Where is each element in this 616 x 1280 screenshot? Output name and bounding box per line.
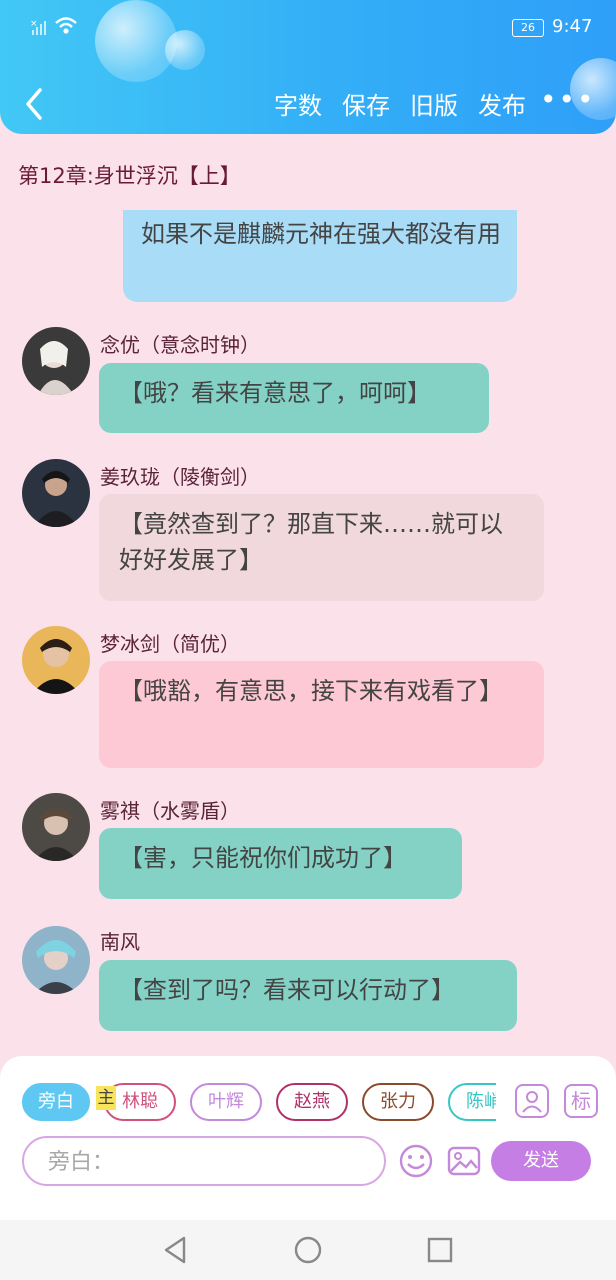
- avatar[interactable]: [22, 327, 90, 395]
- message-bubble[interactable]: 【害，只能祝你们成功了】: [99, 828, 462, 899]
- host-badge: 主: [96, 1086, 116, 1110]
- chip-scroll-clip: 陈峭: [448, 1083, 496, 1121]
- image-icon[interactable]: [446, 1143, 482, 1179]
- message-bubble[interactable]: 【查到了吗？看来可以行动了】: [99, 960, 517, 1031]
- message-input-wrapper: [22, 1136, 386, 1186]
- wifi-icon: [54, 16, 78, 40]
- sender-name: 雾祺（水雾盾）: [100, 799, 240, 823]
- avatar[interactable]: [22, 793, 90, 861]
- header-actions: 字数 保存 旧版 发布: [274, 86, 526, 121]
- emoji-icon[interactable]: [398, 1143, 434, 1179]
- signal-icon: ×: [30, 18, 50, 40]
- status-time: 9:47: [552, 16, 593, 37]
- chapter-title: 第12章:身世浮沉【上】: [18, 164, 241, 188]
- person-icon: [522, 1091, 542, 1113]
- more-icon[interactable]: •••: [540, 86, 596, 114]
- save-button[interactable]: 保存: [342, 86, 390, 121]
- avatar[interactable]: [22, 626, 90, 694]
- avatar[interactable]: [22, 459, 90, 527]
- chevron-left-icon: [26, 88, 42, 120]
- send-button[interactable]: 发送: [491, 1141, 591, 1181]
- nav-home-icon[interactable]: [292, 1234, 324, 1266]
- character-chip[interactable]: 赵燕: [276, 1083, 348, 1121]
- message-bubble[interactable]: 【竟然查到了？那直下来……就可以好好发展了】: [99, 494, 544, 601]
- system-nav-bar: [0, 1220, 616, 1280]
- sender-name: 梦冰剑（简优）: [100, 632, 240, 656]
- message-text: 【哦豁，有意思，接下来有戏看了】: [119, 677, 503, 705]
- message-text: 【害，只能祝你们成功了】: [119, 844, 407, 872]
- sender-name: 念优（意念时钟）: [100, 333, 260, 357]
- message-bubble[interactable]: 如果不是麒麟元神在强大都没有用: [123, 210, 517, 302]
- message-input[interactable]: [46, 1138, 370, 1186]
- message-text: 【竟然查到了？那直下来……就可以好好发展了】: [119, 510, 503, 574]
- mark-button[interactable]: 标: [564, 1084, 598, 1118]
- back-button[interactable]: [18, 84, 52, 124]
- nav-back-icon[interactable]: [160, 1234, 192, 1266]
- character-manage-button[interactable]: [515, 1084, 549, 1118]
- word-count-button[interactable]: 字数: [274, 86, 322, 121]
- sender-name: 南风: [100, 930, 140, 954]
- message-text: 【查到了吗？看来可以行动了】: [119, 976, 455, 1004]
- status-bar: × 26 9:47: [0, 0, 616, 56]
- header: × 26 9:47 字数 保存 旧版 发布 •••: [0, 0, 616, 134]
- message-bubble[interactable]: 【哦豁，有意思，接下来有戏看了】: [99, 661, 544, 768]
- svg-text:×: ×: [30, 19, 39, 29]
- character-chip-narrator[interactable]: 旁白: [22, 1083, 90, 1121]
- nav-recents-icon[interactable]: [424, 1234, 456, 1266]
- battery-icon: 26: [512, 19, 544, 37]
- character-chip[interactable]: 陈峭: [448, 1083, 496, 1121]
- old-version-button[interactable]: 旧版: [410, 86, 458, 121]
- sender-name: 姜玖珑（陵衡剑）: [100, 465, 260, 489]
- message-bubble[interactable]: 【哦？看来有意思了，呵呵】: [99, 363, 489, 433]
- publish-button[interactable]: 发布: [478, 86, 526, 121]
- character-chip[interactable]: 张力: [362, 1083, 434, 1121]
- message-text: 【哦？看来有意思了，呵呵】: [119, 379, 431, 407]
- message-text: 如果不是麒麟元神在强大都没有用: [141, 220, 501, 248]
- avatar[interactable]: [22, 926, 90, 994]
- character-chip[interactable]: 叶辉: [190, 1083, 262, 1121]
